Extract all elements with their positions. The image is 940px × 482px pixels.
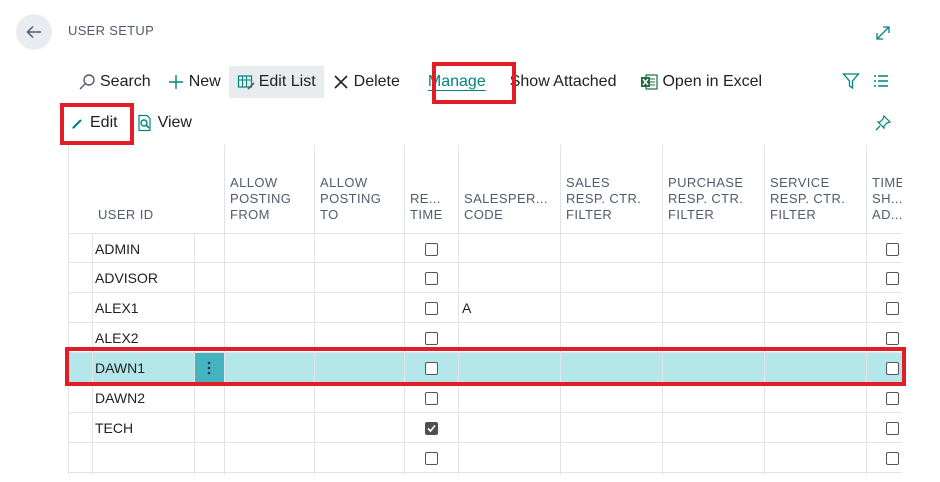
show-attached-button[interactable]: Show Attached	[502, 66, 625, 98]
user-id-cell[interactable]: TECH	[95, 413, 133, 443]
register-time-checkbox[interactable]	[425, 353, 438, 383]
expand-icon[interactable]	[874, 24, 892, 42]
excel-icon	[641, 74, 659, 90]
time-sheet-admin-checkbox[interactable]	[886, 293, 899, 323]
time-sheet-admin-checkbox[interactable]	[886, 353, 899, 383]
new-button[interactable]: New	[159, 66, 229, 98]
view-icon	[137, 114, 151, 132]
column-header-allow-posting-from[interactable]: ALLOW POSTING FROM	[230, 145, 314, 233]
column-header-sales-resp-ctr-filter[interactable]: SALES RESP. CTR. FILTER	[566, 145, 662, 233]
register-time-checkbox[interactable]	[425, 234, 438, 264]
salesperson-code-cell[interactable]: A	[462, 293, 471, 323]
pencil-icon	[72, 119, 82, 129]
view-label: View	[157, 114, 192, 131]
time-sheet-admin-checkbox[interactable]	[886, 413, 899, 443]
column-header-user-id[interactable]: USER ID	[98, 145, 224, 233]
checkmark-icon	[427, 424, 436, 432]
user-setup-table: USER ID ALLOW POSTING FROM ALLOW POSTING…	[68, 145, 902, 475]
edit-button[interactable]: Edit	[62, 107, 126, 139]
user-id-cell[interactable]: ALEX2	[95, 323, 139, 353]
user-id-cell[interactable]: DAWN1	[95, 353, 145, 383]
manage-menu[interactable]: Manage	[420, 66, 494, 98]
edit-label: Edit	[90, 114, 118, 131]
open-in-excel-button[interactable]: Open in Excel	[632, 66, 770, 98]
delete-x-icon	[334, 75, 348, 89]
column-header-time-sheet-admin[interactable]: TIME SH... AD...	[872, 145, 902, 233]
column-header-register-time[interactable]: RE... TIME	[410, 145, 456, 233]
list-view-icon[interactable]	[872, 72, 890, 90]
user-id-cell[interactable]: ADMIN	[95, 234, 140, 264]
delete-label: Delete	[353, 73, 400, 90]
time-sheet-admin-checkbox[interactable]	[886, 323, 899, 353]
time-sheet-admin-checkbox[interactable]	[886, 383, 899, 413]
user-id-cell[interactable]: ALEX1	[95, 293, 139, 323]
column-header-purchase-resp-ctr-filter[interactable]: PURCHASE RESP. CTR. FILTER	[668, 145, 764, 233]
register-time-checkbox[interactable]	[425, 293, 438, 323]
edit-list-button[interactable]: Edit List	[228, 66, 324, 98]
new-label: New	[188, 73, 221, 90]
register-time-checkbox[interactable]	[425, 263, 438, 293]
column-header-salesperson-code[interactable]: SALESPER... CODE	[464, 145, 560, 233]
open-in-excel-label: Open in Excel	[662, 73, 763, 90]
time-sheet-admin-checkbox[interactable]	[886, 263, 899, 293]
search-icon	[79, 74, 95, 90]
action-bar-secondary: Edit View	[62, 104, 200, 142]
action-bar: Search New Edit List Delete Manage Show …	[70, 64, 770, 100]
column-header-allow-posting-to[interactable]: ALLOW POSTING TO	[320, 145, 404, 233]
column-header-service-resp-ctr-filter[interactable]: SERVICE RESP. CTR. FILTER	[770, 145, 866, 233]
edit-list-label: Edit List	[258, 73, 316, 90]
register-time-checkbox[interactable]	[425, 323, 438, 353]
back-button[interactable]	[16, 14, 52, 50]
search-label: Search	[100, 73, 151, 90]
register-time-checkbox[interactable]	[425, 443, 438, 473]
delete-button[interactable]: Delete	[324, 66, 408, 98]
pin-icon[interactable]	[874, 114, 892, 132]
register-time-checkbox[interactable]	[425, 383, 438, 413]
row-menu-icon[interactable]	[194, 353, 224, 383]
plus-icon	[168, 75, 183, 89]
edit-list-icon	[237, 75, 255, 90]
time-sheet-admin-checkbox[interactable]	[886, 443, 899, 473]
register-time-checkbox[interactable]	[425, 413, 438, 443]
time-sheet-admin-checkbox[interactable]	[886, 234, 899, 264]
manage-label: Manage	[427, 73, 486, 90]
user-id-cell[interactable]: ADVISOR	[95, 263, 158, 293]
search-button[interactable]: Search	[70, 66, 159, 98]
filter-icon[interactable]	[842, 72, 860, 90]
show-attached-label: Show Attached	[509, 73, 617, 90]
page-title: USER SETUP	[68, 23, 155, 38]
back-arrow-icon	[26, 25, 41, 39]
view-button[interactable]: View	[128, 107, 200, 139]
user-id-cell[interactable]: DAWN2	[95, 383, 145, 413]
